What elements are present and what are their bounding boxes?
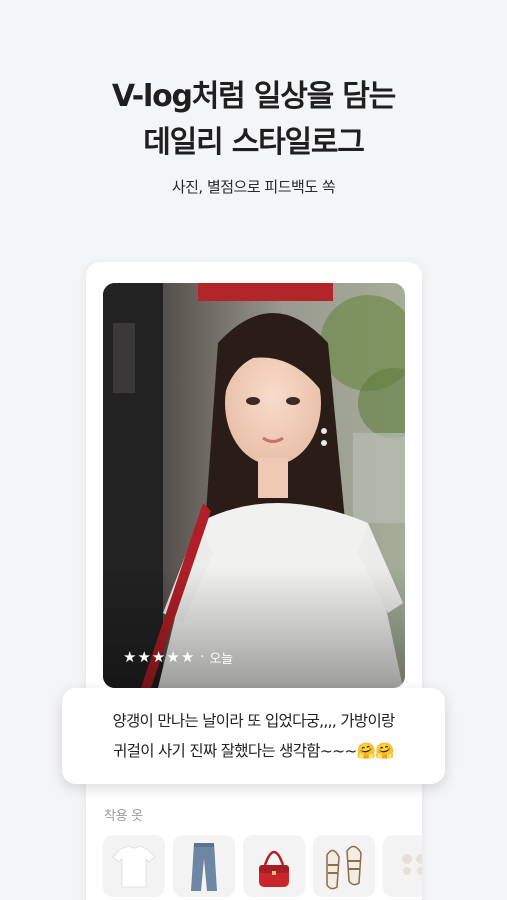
- headline-line-1: V-log처럼 일상을 담는: [111, 79, 396, 114]
- worn-item-tshirt[interactable]: [103, 835, 165, 897]
- worn-item-bag[interactable]: [243, 835, 305, 897]
- star-icon: ★: [180, 647, 195, 666]
- comment-line-2: 귀걸이 사기 진짜 잘했다는 생각함~~~🤗🤗: [113, 742, 395, 760]
- star-icon: ★: [123, 647, 137, 666]
- star-icon: ★: [151, 647, 166, 666]
- star-icon: ★: [137, 647, 151, 666]
- earrings-icon: [402, 854, 422, 875]
- comment-line-1: 양갱이 만나는 날이라 또 입었다궁,,,, 가방이랑: [112, 712, 395, 730]
- white-tshirt-icon: [112, 845, 156, 888]
- separator-dot: ·: [200, 649, 205, 665]
- worn-item-earrings[interactable]: [383, 835, 422, 897]
- headline-line-2: 데일리 스타일로그: [143, 125, 365, 160]
- worn-item-jeans[interactable]: [173, 835, 235, 897]
- outfit-photo-image: [103, 283, 405, 688]
- jeans-icon: [191, 843, 217, 891]
- outfit-photo[interactable]: [103, 283, 405, 688]
- star-icon: ★: [166, 647, 180, 666]
- rating-row: ★ ★ ★ ★ ★ · 오늘: [123, 646, 233, 668]
- worn-item-sandals[interactable]: [313, 835, 375, 897]
- red-bag-icon: [259, 850, 289, 887]
- headline: V-log처럼 일상을 담는 데일리 스타일로그: [0, 74, 507, 166]
- post-date: 오늘: [209, 651, 233, 667]
- star-rating: ★ ★ ★ ★ ★: [123, 647, 195, 666]
- comment-bubble: 양갱이 만나는 날이라 또 입었다궁,,,, 가방이랑 귀걸이 사기 진짜 잘했…: [62, 688, 445, 784]
- subtitle: 사진, 별점으로 피드백도 쏙: [171, 178, 336, 196]
- worn-items-label: 착용 옷: [104, 809, 143, 824]
- sandals-icon: [326, 845, 362, 890]
- worn-items-list: [103, 835, 422, 900]
